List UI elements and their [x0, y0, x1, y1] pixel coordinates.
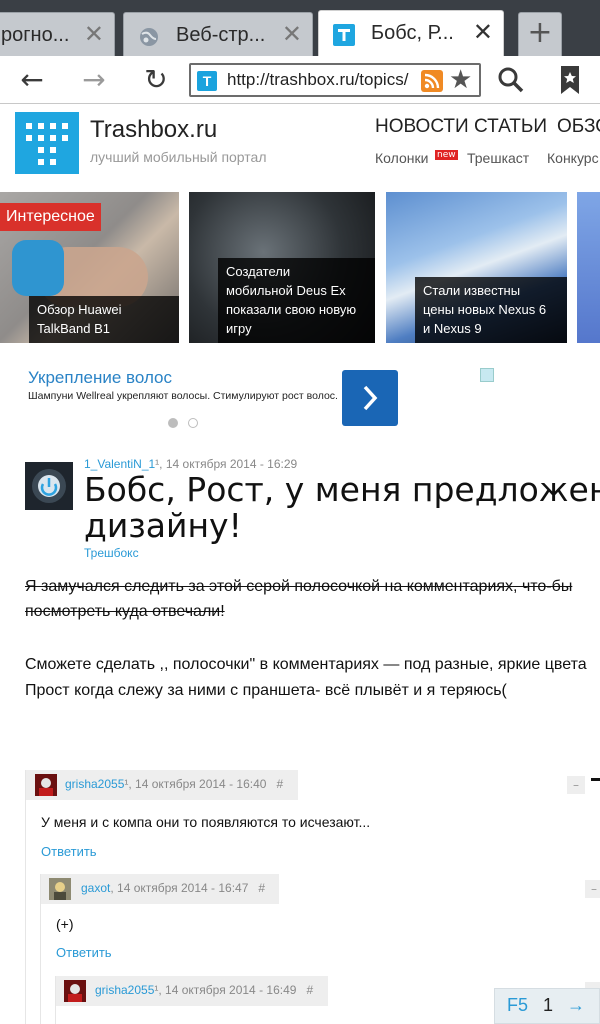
logo-dot — [50, 147, 56, 153]
comment-thread-line — [25, 770, 26, 1024]
article-text-line-2: Прост когда слежу за ними с праншета- вс… — [25, 682, 507, 699]
comment-1-permalink[interactable]: # — [276, 777, 283, 791]
featured-item-3-caption: Стали известны цены новых Nexus 6 и Nexu… — [415, 277, 567, 343]
address-bar-url[interactable]: http://trashbox.ru/topics/ — [227, 70, 409, 90]
author-link[interactable]: 1_ValentiN_1 — [84, 457, 155, 471]
band-image — [12, 240, 64, 296]
logo-dot — [50, 135, 56, 141]
featured-item-2-caption: Создатели мобильной Deus Ex показали сво… — [218, 258, 375, 343]
comment-1-avatar[interactable] — [35, 774, 57, 796]
logo-dot — [38, 147, 44, 153]
comment-1-collapse[interactable]: – — [567, 776, 585, 794]
site-tagline: лучший мобильный портал — [90, 149, 267, 165]
carousel-dot[interactable] — [188, 418, 198, 428]
comment-3-user[interactable]: grisha2055 — [95, 983, 154, 997]
article-meta: 1_ValentiN_1¹, 14 октября 2014 - 16:29 — [84, 457, 298, 471]
tab-3-close-icon[interactable]: ✕ — [473, 18, 493, 46]
bookmark-star-icon[interactable]: ★ — [449, 65, 472, 95]
article-date: , 14 октября 2014 - 16:29 — [159, 457, 298, 471]
comment-3-header: grisha2055¹, 14 октября 2014 - 16:49 # — [56, 976, 328, 1006]
nav-articles[interactable]: СТАТЬИ — [474, 116, 547, 138]
comment-1-user[interactable]: grisha2055 — [65, 777, 124, 791]
author-avatar[interactable] — [25, 462, 73, 510]
interesting-badge: Интересное — [0, 203, 101, 231]
new-badge: new — [435, 150, 458, 160]
comment-1-header: grisha2055¹, 14 октября 2014 - 16:40 # — [26, 770, 298, 800]
comment-2-header: gaxot, 14 октября 2014 - 16:47 # — [41, 874, 279, 904]
logo-dot — [62, 123, 68, 129]
nav-contests[interactable]: Конкурс — [547, 150, 599, 166]
logo-dot — [26, 123, 32, 129]
refresh-icon[interactable]: ↻ — [138, 62, 174, 98]
back-arrow-icon[interactable]: ← — [14, 62, 50, 98]
featured-item-2[interactable]: Создатели мобильной Deus Ex показали сво… — [189, 192, 375, 343]
article-text-line-1: Сможете сделать ,, полосочки" в коммента… — [25, 656, 587, 673]
nav-reviews[interactable]: ОБЗО — [557, 116, 600, 138]
new-tab-button[interactable]: + — [518, 12, 562, 56]
chevron-right-icon — [363, 385, 378, 411]
comments-pager: F5 1 → — [494, 988, 600, 1024]
refresh-comments-button[interactable]: F5 — [507, 995, 528, 1016]
trashbox-favicon-icon — [333, 24, 355, 46]
logo-dot — [50, 123, 56, 129]
article-category[interactable]: Трешбокс — [84, 546, 139, 560]
ad-arrow-button[interactable] — [342, 370, 398, 426]
browser-window: рогно... ✕ Веб-стр... ✕ Бобс, Р... ✕ + ← — [0, 0, 600, 1024]
article-strike-line-1: Я замучался следить за этой серой полосо… — [25, 578, 573, 595]
search-icon[interactable] — [497, 66, 525, 94]
logo-dot — [38, 159, 44, 165]
nav-columns[interactable]: Колонки — [375, 150, 428, 166]
comment-2-permalink[interactable]: # — [258, 881, 265, 895]
address-bar[interactable]: http://trashbox.ru/topics/ ★ — [189, 63, 481, 97]
new-comments-count: 1 — [543, 995, 554, 1015]
tab-3-active[interactable]: Бобс, Р... ✕ — [318, 10, 504, 56]
browser-toolbar: ← → ↻ http://trashbox.ru/topics/ ★ — [0, 56, 600, 104]
tab-2-close-icon[interactable]: ✕ — [282, 20, 302, 48]
tab-2-title: Веб-стр... — [176, 24, 266, 46]
featured-item-4[interactable] — [577, 192, 600, 343]
bookmarks-icon[interactable] — [558, 64, 582, 96]
globe-icon — [140, 28, 158, 46]
tab-1-close-icon[interactable]: ✕ — [84, 20, 104, 48]
tab-1-title: рогно... — [1, 24, 70, 46]
comment-2-avatar[interactable] — [49, 878, 71, 900]
comment-2-collapse[interactable]: – — [585, 880, 600, 898]
rss-icon[interactable] — [421, 70, 443, 92]
comment-3-avatar[interactable] — [64, 980, 86, 1002]
forward-arrow-icon[interactable]: → — [76, 62, 112, 98]
site-favicon-icon — [197, 71, 217, 91]
logo-dot — [26, 135, 32, 141]
ad-text: Шампуни Wellreal укрепляют волосы. Стиму… — [28, 390, 338, 402]
article-title: Бобс, Рост, у меня предложения по дизайн… — [84, 470, 600, 545]
logo-dot — [38, 123, 44, 129]
ad-info-icon[interactable] — [480, 368, 494, 382]
tab-1[interactable]: рогно... ✕ — [0, 12, 115, 56]
ad-title[interactable]: Укрепление волос — [28, 368, 172, 388]
carousel-dot-active[interactable] — [168, 418, 178, 428]
comment-1-text: У меня и с компа они то появляются то ис… — [41, 814, 371, 830]
nav-trashcast[interactable]: Трешкаст — [467, 150, 529, 166]
site-name[interactable]: Trashbox.ru — [90, 116, 217, 144]
comment-1-reply[interactable]: Ответить — [41, 844, 97, 859]
logo-dot — [50, 159, 56, 165]
nav-news[interactable]: НОВОСТИ — [375, 116, 469, 138]
logo-dot — [62, 135, 68, 141]
comment-1-rate-icon[interactable] — [591, 778, 600, 781]
featured-item-3[interactable]: Стали известны цены новых Nexus 6 и Nexu… — [386, 192, 567, 343]
tab-3-title: Бобс, Р... — [371, 22, 454, 44]
featured-item-1-caption: Обзор Huawei TalkBand B1 — [29, 296, 179, 343]
trashbox-logo[interactable] — [15, 112, 79, 174]
next-comment-arrow-icon[interactable]: → — [567, 995, 585, 1016]
comment-2-reply[interactable]: Ответить — [56, 945, 112, 960]
comment-3-permalink[interactable]: # — [306, 983, 313, 997]
article-strike-line-2: посмотреть куда отвечали! — [25, 603, 225, 620]
comment-2-text: (+) — [56, 916, 74, 932]
logo-dot — [38, 135, 44, 141]
tab-strip: рогно... ✕ Веб-стр... ✕ Бобс, Р... ✕ + — [0, 0, 600, 56]
comment-2-user[interactable]: gaxot — [81, 881, 110, 895]
tab-2[interactable]: Веб-стр... ✕ — [123, 12, 313, 56]
